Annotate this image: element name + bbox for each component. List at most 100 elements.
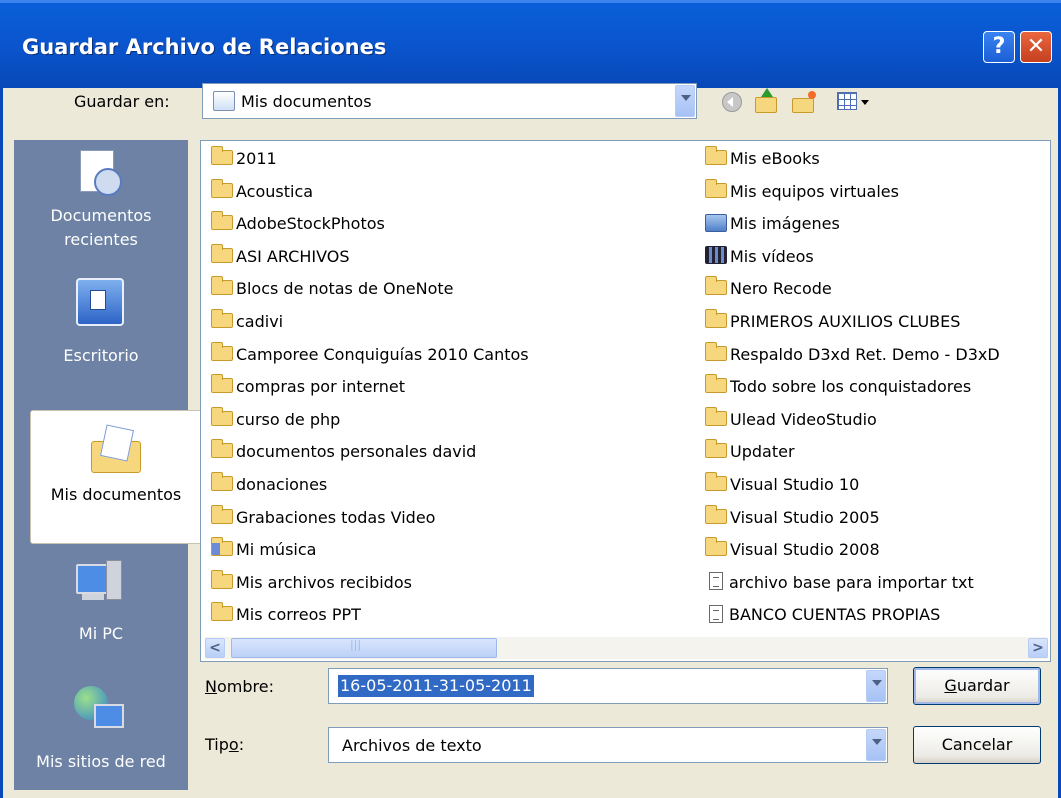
views-menu-icon[interactable] (837, 90, 871, 112)
list-item[interactable]: Mis equipos virtuales (705, 176, 899, 208)
save-in-label: Guardar en: (74, 92, 170, 111)
list-item[interactable]: archivo base para importar txt (705, 567, 974, 599)
filename-input[interactable]: 16-05-2011-31-05-2011 (338, 675, 534, 697)
list-item-label: Todo sobre los conquistadores (730, 377, 972, 397)
place-recent-documents[interactable]: Documentos recientes (14, 140, 188, 265)
list-item[interactable]: Respaldo D3xd Ret. Demo - D3xD (705, 339, 1000, 371)
text-file-icon (709, 604, 723, 623)
title-bar: Guardar Archivo de Relaciones ? ✕ (0, 0, 1061, 88)
scroll-thumb[interactable] (231, 638, 497, 658)
horizontal-scrollbar[interactable]: < > (205, 637, 1048, 659)
close-button[interactable]: ✕ (1020, 31, 1052, 63)
save-in-combo[interactable]: Mis documentos (202, 83, 697, 119)
save-button[interactable]: Guardar (913, 667, 1041, 705)
list-item-label: Visual Studio 2005 (730, 507, 880, 527)
place-my-documents[interactable]: Mis documentos (30, 410, 202, 544)
back-icon[interactable] (722, 92, 742, 112)
folder-icon (705, 439, 727, 459)
folder-icon (211, 341, 233, 361)
filetype-combo[interactable]: Archivos de texto (328, 727, 888, 763)
list-item[interactable]: Visual Studio 2008 (705, 534, 880, 566)
filetype-label: Tipo: (205, 735, 245, 754)
folder-icon (211, 569, 233, 589)
list-item[interactable]: Camporee Conquiguías 2010 Cantos (211, 339, 529, 371)
text-file-icon (709, 572, 723, 591)
list-item[interactable]: Acoustica (211, 176, 313, 208)
places-bar: Documentos recientes Escritorio Mis docu… (14, 140, 202, 790)
folder-icon (705, 341, 727, 361)
list-item[interactable]: Todo sobre los conquistadores (705, 371, 971, 403)
list-item-label: AdobeStockPhotos (236, 214, 385, 234)
list-item-label: compras por internet (236, 377, 405, 397)
folder-icon (211, 211, 233, 231)
up-folder-icon[interactable] (752, 88, 778, 114)
videos-folder-icon (705, 246, 727, 265)
list-item-label: ASI ARCHIVOS (236, 246, 350, 266)
list-item[interactable]: Mis imágenes (705, 208, 840, 240)
list-item-label: Acoustica (236, 181, 314, 201)
folder-icon (705, 276, 727, 296)
list-item-label: Grabaciones todas Video (236, 507, 436, 527)
list-item[interactable]: Mis correos PPT (211, 599, 361, 631)
save-in-value: Mis documentos (241, 92, 372, 111)
folder-icon (211, 309, 233, 328)
folder-icon (705, 504, 727, 524)
list-item[interactable]: Visual Studio 2005 (705, 502, 880, 534)
list-item[interactable]: Nero Recode (705, 273, 832, 305)
cancel-button[interactable]: Cancelar (913, 726, 1041, 764)
folder-icon (705, 309, 727, 328)
list-item[interactable]: AdobeStockPhotos (211, 208, 385, 240)
list-item[interactable]: Mis vídeos (705, 241, 814, 273)
list-item[interactable]: donaciones (211, 469, 327, 501)
file-list[interactable]: 2011 Acoustica AdobeStockPhotos ASI ARCHIVO… (200, 140, 1051, 662)
music-folder-icon (211, 537, 233, 557)
my-computer-icon (76, 560, 124, 608)
filename-combo[interactable]: 16-05-2011-31-05-2011 (328, 668, 888, 704)
list-item-label: archivo base para importar txt (729, 572, 974, 592)
place-desktop[interactable]: Escritorio (14, 272, 188, 397)
list-item[interactable]: Mis eBooks (705, 143, 820, 175)
list-item[interactable]: PRIMEROS AUXILIOS CLUBES (705, 306, 960, 338)
list-item-label: Blocs de notas de OneNote (236, 279, 454, 299)
folder-icon (211, 472, 233, 491)
folder-icon (211, 439, 233, 459)
filetype-value: Archivos de texto (342, 736, 482, 755)
scroll-right-button[interactable]: > (1028, 638, 1048, 658)
scroll-left-button[interactable]: < (205, 638, 225, 658)
desktop-icon (76, 278, 124, 326)
list-item-label: Visual Studio 10 (730, 475, 860, 494)
folder-icon (705, 472, 727, 491)
place-network-places[interactable]: Mis sitios de red (14, 680, 188, 790)
list-item[interactable]: Mi música (211, 534, 316, 566)
list-item[interactable]: cadivi (211, 306, 283, 338)
network-places-icon (74, 686, 124, 736)
list-item[interactable]: Updater (705, 436, 795, 468)
list-item[interactable]: Visual Studio 10 (705, 469, 859, 501)
place-label: Mis sitios de red (36, 752, 166, 771)
save-in-dropdown-button[interactable] (675, 85, 695, 117)
list-item-label: 2011 (236, 149, 277, 168)
list-item-label: documentos personales david (236, 442, 477, 462)
list-item[interactable]: 2011 (211, 143, 277, 175)
list-item[interactable]: Ulead VideoStudio (705, 404, 877, 436)
list-item[interactable]: Grabaciones todas Video (211, 502, 435, 534)
filename-dropdown-button[interactable] (866, 670, 886, 702)
filename-label: Nombre: (205, 677, 274, 696)
filetype-dropdown-button[interactable] (866, 729, 886, 761)
dialog-title: Guardar Archivo de Relaciones (22, 35, 387, 59)
list-item[interactable]: compras por internet (211, 371, 405, 403)
list-item[interactable]: Mis archivos recibidos (211, 567, 412, 599)
folder-icon (705, 374, 727, 394)
list-item[interactable]: curso de php (211, 404, 340, 436)
list-item[interactable]: documentos personales david (211, 436, 476, 468)
place-label: recientes (64, 230, 138, 249)
new-folder-icon[interactable] (790, 88, 818, 114)
place-my-computer[interactable]: Mi PC (14, 550, 188, 675)
list-item[interactable]: Blocs de notas de OneNote (211, 273, 453, 305)
list-item[interactable]: ASI ARCHIVOS (211, 241, 350, 273)
folder-icon (211, 276, 233, 296)
list-item-label: Mis imágenes (730, 214, 840, 234)
help-button[interactable]: ? (983, 31, 1015, 63)
folder-icon (211, 504, 233, 524)
list-item[interactable]: BANCO CUENTAS PROPIAS (705, 599, 940, 631)
